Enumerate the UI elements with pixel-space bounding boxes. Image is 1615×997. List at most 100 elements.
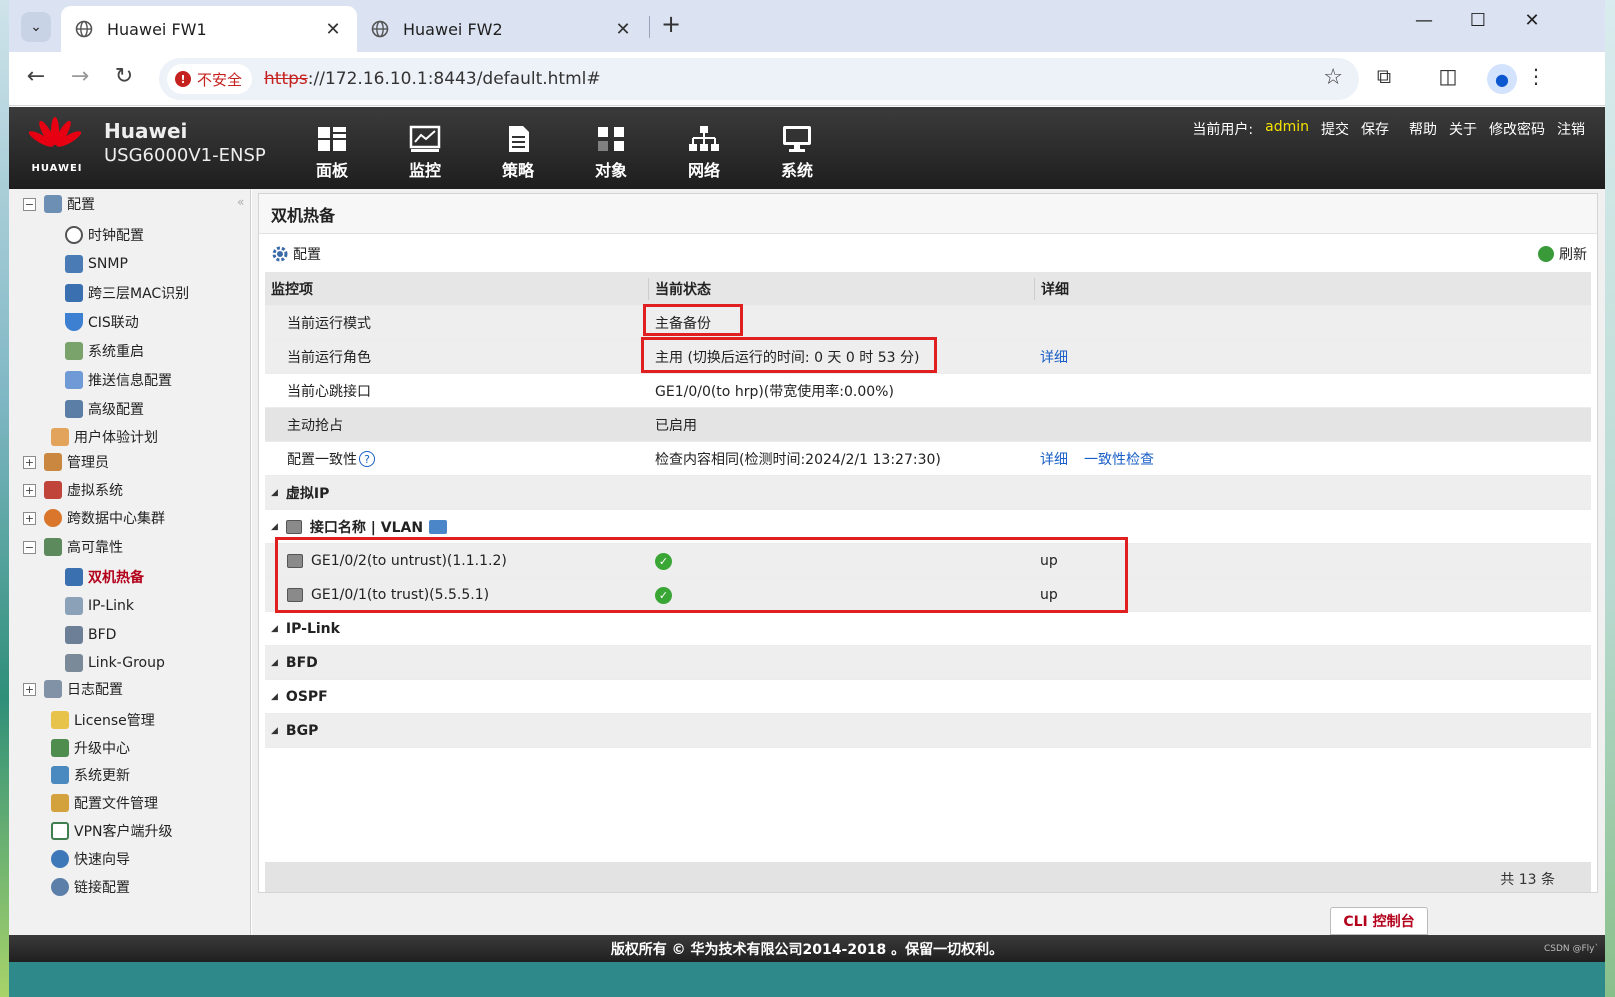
collapse-toggle-icon[interactable]: − (23, 197, 36, 211)
huawei-logo: HUAWEI (27, 115, 87, 177)
menu-network[interactable]: 网络 (674, 125, 734, 181)
product-line2: USG6000V1-ENSP (104, 145, 266, 166)
sidebar-item-advanced[interactable]: 高级配置 (65, 396, 144, 422)
section-virtual-ip[interactable]: ◢ 虚拟IP (265, 476, 1591, 510)
sidebar-item-license[interactable]: License管理 (51, 707, 155, 733)
tab-search-button[interactable]: ⌄ (21, 12, 51, 42)
table-row: 当前心跳接口 GE1/0/0(to hrp)(带宽使用率:0.00%) (265, 374, 1591, 408)
section-bgp[interactable]: ◢ BGP (265, 714, 1591, 748)
sidebar-item-vsys[interactable]: + 虚拟系统 (23, 477, 123, 503)
expand-triangle-icon: ◢ (271, 522, 278, 532)
expand-toggle-icon[interactable]: + (23, 682, 36, 696)
menu-dashboard[interactable]: 面板 (302, 125, 362, 181)
sidebar-item-link-config[interactable]: 链接配置 (51, 874, 130, 900)
detail-link[interactable]: 详细 (1040, 347, 1068, 367)
menu-policy[interactable]: 策略 (488, 125, 548, 181)
sidebar-item-label: 高可靠性 (67, 540, 123, 556)
page-title: 双机热备 (259, 194, 1597, 234)
menu-object[interactable]: 对象 (581, 125, 641, 181)
profile-avatar-icon[interactable]: ● (1487, 64, 1517, 94)
menu-monitor[interactable]: 监控 (395, 125, 455, 181)
globe-icon (75, 20, 93, 38)
side-panel-icon[interactable]: ◫ (1433, 64, 1463, 88)
section-label: IP-Link (285, 621, 340, 637)
minimize-button[interactable]: — (1409, 10, 1439, 31)
sidebar-item-cis[interactable]: CIS联动 (65, 309, 139, 335)
help-icon[interactable]: ? (359, 451, 375, 467)
sidebar-item-clock[interactable]: 时钟配置 (65, 222, 144, 248)
consistency-check-link[interactable]: 一致性检查 (1084, 449, 1154, 469)
expand-toggle-icon[interactable]: + (23, 511, 36, 525)
column-header-detail: 详细 (1041, 282, 1069, 298)
sidebar-item-label: BFD (88, 627, 117, 643)
detail-link[interactable]: 详细 (1040, 449, 1068, 469)
collapse-toggle-icon[interactable]: − (23, 540, 36, 554)
product-line1: Huawei (104, 119, 188, 143)
cli-console-button[interactable]: CLI 控制台 (1330, 907, 1428, 935)
sidebar-item-mac[interactable]: 跨三层MAC识别 (65, 280, 189, 306)
tab-title: Huawei FW2 (403, 19, 503, 39)
upgrade-icon (51, 739, 69, 757)
sidebar-item-dc-cluster[interactable]: + 跨数据中心集群 (23, 505, 165, 531)
bookmark-star-icon[interactable]: ☆ (1323, 65, 1343, 90)
sidebar-item-ha[interactable]: − 高可靠性 (23, 534, 123, 560)
security-indicator[interactable]: ! 不安全 (167, 64, 253, 94)
logout-link[interactable]: 注销 (1551, 119, 1591, 139)
maximize-button[interactable]: ☐ (1463, 10, 1493, 31)
new-tab-button[interactable]: + (661, 10, 681, 38)
sidebar-item-ux-plan[interactable]: 用户体验计划 (51, 424, 158, 450)
address-bar[interactable]: ! 不安全 https://172.16.10.1:8443/default.h… (159, 58, 1359, 100)
tab-huawei-fw2[interactable]: Huawei FW2 ✕ (357, 6, 647, 52)
change-password-link[interactable]: 修改密码 (1483, 119, 1551, 139)
about-link[interactable]: 关于 (1443, 119, 1483, 139)
close-tab-icon[interactable]: ✕ (323, 19, 343, 40)
sidebar-item-label: 日志配置 (67, 682, 123, 698)
collapse-sidebar-icon[interactable]: « (237, 195, 244, 209)
close-window-button[interactable]: ✕ (1517, 10, 1547, 31)
sidebar-item-push[interactable]: 推送信息配置 (65, 367, 172, 393)
expand-toggle-icon[interactable]: + (23, 455, 36, 469)
close-tab-icon[interactable]: ✕ (613, 19, 633, 40)
back-arrow-icon[interactable]: ← (21, 64, 51, 89)
warning-icon: ! (175, 71, 191, 87)
sidebar-item-bfd[interactable]: BFD (65, 622, 116, 648)
sidebar-item-config-file[interactable]: 配置文件管理 (51, 790, 158, 816)
tab-huawei-fw1[interactable]: Huawei FW1 ✕ (61, 6, 357, 52)
sidebar-item-system-update[interactable]: 系统更新 (51, 762, 130, 788)
cluster-gear-icon (44, 509, 62, 527)
sidebar-item-vpn-client[interactable]: VPN客户端升级 (51, 818, 173, 844)
section-bfd[interactable]: ◢ BFD (265, 646, 1591, 680)
sidebar-item-label: 升级中心 (74, 741, 130, 757)
sidebar-item-config[interactable]: − 配置 (23, 191, 95, 217)
section-ip-link[interactable]: ◢ IP-Link (265, 612, 1591, 646)
section-ospf[interactable]: ◢ OSPF (265, 680, 1591, 714)
sidebar-item-hrp[interactable]: 双机热备 (65, 564, 144, 590)
refresh-button[interactable]: 刷新 (1538, 244, 1587, 264)
sidebar-item-log[interactable]: + 日志配置 (23, 676, 123, 702)
sidebar-item-label: 快速向导 (74, 852, 130, 868)
sidebar-item-label: 时钟配置 (88, 228, 144, 244)
menu-system[interactable]: 系统 (767, 125, 827, 181)
sidebar-item-link-group[interactable]: Link-Group (65, 650, 165, 676)
sidebar-item-reboot[interactable]: 系统重启 (65, 338, 144, 364)
menu-label: 对象 (594, 161, 627, 180)
sidebar-item-ip-link[interactable]: IP-Link (65, 593, 134, 619)
system-monitor-icon (783, 126, 811, 152)
config-button[interactable]: 配置 (271, 244, 321, 264)
extensions-icon[interactable]: ⧉ (1369, 64, 1399, 88)
save-link[interactable]: 保存 (1355, 119, 1395, 139)
sidebar-item-label: VPN客户端升级 (74, 824, 173, 840)
expand-toggle-icon[interactable]: + (23, 483, 36, 497)
sidebar-item-snmp[interactable]: SNMP (65, 251, 128, 277)
forward-arrow-icon[interactable]: → (65, 64, 95, 89)
sidebar-item-upgrade-center[interactable]: 升级中心 (51, 735, 130, 761)
sidebar-item-quick-wizard[interactable]: 快速向导 (51, 846, 130, 872)
reload-icon[interactable]: ↻ (109, 64, 139, 89)
more-menu-icon[interactable]: ⋮ (1521, 64, 1551, 88)
highlight-box (641, 337, 937, 373)
sidebar-item-admin[interactable]: + 管理员 (23, 449, 109, 475)
submit-link[interactable]: 提交 (1315, 119, 1355, 139)
help-link[interactable]: 帮助 (1403, 119, 1443, 139)
highlight-box (643, 304, 743, 336)
url-text[interactable]: https://172.16.10.1:8443/default.html# (264, 69, 601, 89)
